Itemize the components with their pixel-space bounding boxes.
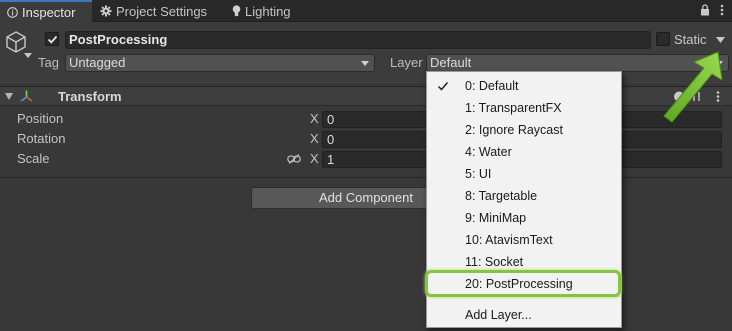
static-dropdown-chevron-icon[interactable]: [716, 37, 725, 43]
chevron-down-icon: [361, 61, 369, 66]
menu-item-layer-1[interactable]: 1: TransparentFX: [427, 97, 621, 119]
menu-item-layer-4[interactable]: 4: Water: [427, 141, 621, 163]
transform-axis-icon: [20, 90, 33, 102]
chevron-down-icon[interactable]: [24, 53, 32, 58]
tab-label: Project Settings: [116, 4, 208, 19]
menu-item-label: 1: TransparentFX: [465, 101, 562, 115]
menu-item-label: Add Layer...: [465, 308, 532, 322]
check-icon: [437, 82, 449, 91]
position-label: Position: [17, 111, 64, 126]
gameobject-cube-icon[interactable]: [4, 30, 28, 54]
info-icon: [7, 3, 18, 24]
tab-label: Inspector: [22, 5, 76, 20]
menu-item-label: 10: AtavismText: [465, 233, 553, 247]
object-header: PostProcessing Static Tag Untagged Layer…: [0, 22, 732, 84]
scale-label: Scale: [17, 151, 50, 166]
lock-icon[interactable]: [700, 4, 710, 16]
tab-lighting[interactable]: Lighting: [232, 0, 291, 22]
menu-item-label: 8: Targetable: [465, 189, 538, 203]
tag-value: Untagged: [69, 55, 126, 70]
active-checkbox[interactable]: [45, 32, 59, 46]
static-label: Static: [674, 32, 707, 47]
static-checkbox[interactable]: [656, 32, 670, 46]
menu-item-label: 4: Water: [465, 145, 512, 159]
object-name-input[interactable]: PostProcessing: [65, 31, 651, 49]
gear-icon: [100, 1, 112, 25]
tab-label: Lighting: [245, 4, 291, 19]
more-options-icon[interactable]: [720, 3, 724, 17]
divider: [0, 177, 732, 178]
scale-row: Scale X 1: [0, 150, 732, 168]
check-icon: [47, 35, 58, 44]
rotation-label: Rotation: [17, 131, 66, 146]
x-axis-label[interactable]: X: [310, 110, 319, 128]
menu-item-layer-10[interactable]: 10: AtavismText: [427, 229, 621, 251]
transform-component-header[interactable]: Transform: [0, 86, 732, 106]
tab-inspector[interactable]: Inspector: [0, 0, 92, 22]
menu-item-layer-2[interactable]: 2: Ignore Raycast: [427, 119, 621, 141]
menu-item-layer-0[interactable]: 0: Default: [427, 75, 621, 97]
menu-item-label: 0: Default: [465, 79, 519, 93]
tab-project-settings[interactable]: Project Settings: [100, 0, 207, 22]
foldout-arrow-icon[interactable]: [5, 93, 13, 100]
position-row: Position X 0: [0, 110, 732, 128]
tag-dropdown[interactable]: Untagged: [65, 54, 375, 72]
annotation-arrow-icon: [663, 51, 723, 123]
menu-item-label: 2: Ignore Raycast: [465, 123, 563, 137]
layer-value: Default: [430, 55, 472, 70]
constrain-proportions-link-icon[interactable]: [287, 154, 301, 164]
component-title: Transform: [58, 89, 122, 104]
menu-item-label: 9: MiniMap: [465, 211, 527, 225]
x-axis-label[interactable]: X: [310, 130, 319, 148]
tab-bar: Inspector Project Settings Lighting: [0, 0, 732, 22]
lightbulb-icon: [232, 1, 241, 25]
rotation-row: Rotation X 0: [0, 130, 732, 148]
menu-item-add-layer[interactable]: Add Layer...: [427, 304, 621, 326]
menu-item-layer-8[interactable]: 8: Targetable: [427, 185, 621, 207]
highlight-box: [425, 270, 621, 297]
tag-label: Tag: [38, 55, 59, 70]
menu-item-layer-9[interactable]: 9: MiniMap: [427, 207, 621, 229]
menu-item-label: 5: UI: [465, 167, 492, 181]
menu-item-layer-5[interactable]: 5: UI: [427, 163, 621, 185]
x-axis-label[interactable]: X: [310, 150, 319, 168]
layer-label: Layer: [390, 55, 423, 70]
